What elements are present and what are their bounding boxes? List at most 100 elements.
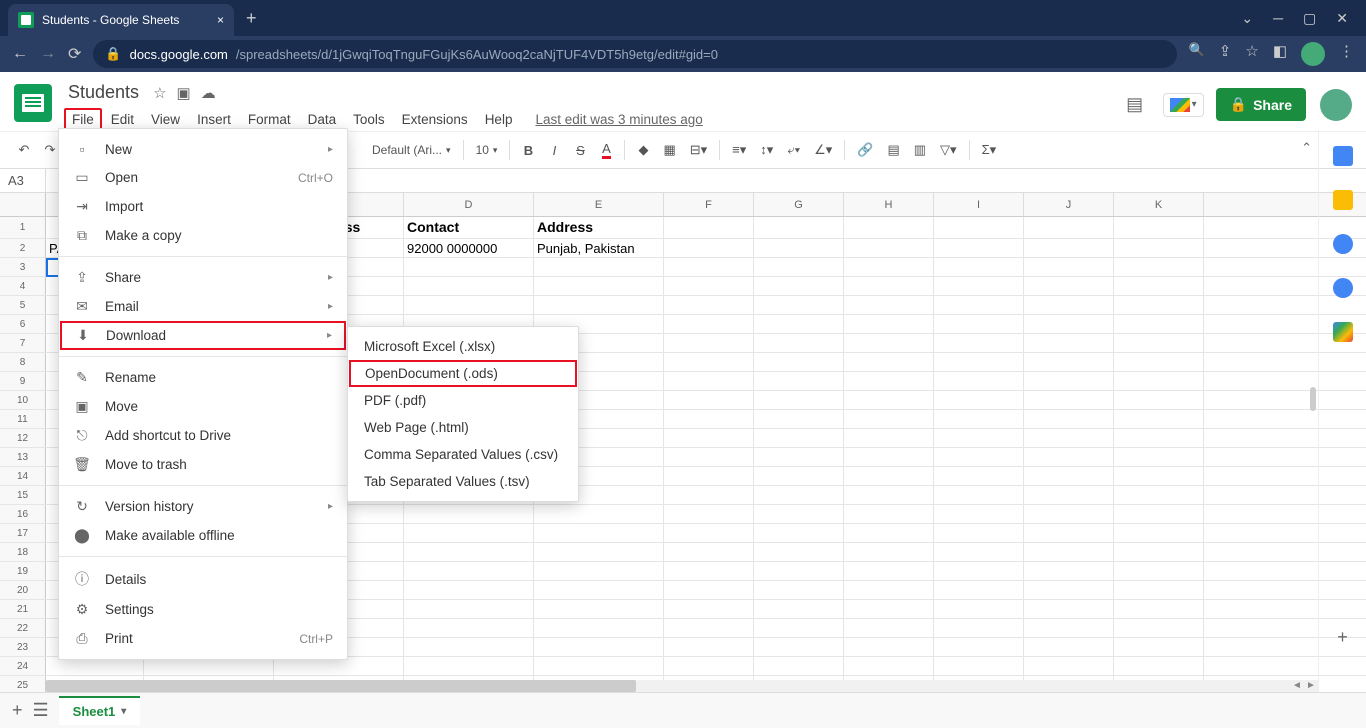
file-trash[interactable]: 🗑Move to trash	[59, 450, 347, 479]
functions-button[interactable]: Σ▾	[976, 138, 1003, 162]
cell[interactable]	[664, 638, 754, 656]
cell[interactable]	[934, 410, 1024, 428]
cell[interactable]	[664, 429, 754, 447]
cell[interactable]	[664, 448, 754, 466]
cell[interactable]	[754, 258, 844, 276]
row-header[interactable]: 1	[0, 217, 46, 238]
cell[interactable]	[754, 638, 844, 656]
meet-button[interactable]: ▾	[1163, 93, 1204, 117]
horizontal-scrollbar[interactable]: ◄ ►	[46, 680, 1318, 692]
column-header[interactable]: F	[664, 193, 754, 216]
cell[interactable]	[1024, 334, 1114, 352]
italic-button[interactable]: I	[542, 139, 566, 162]
cell[interactable]	[404, 657, 534, 675]
all-sheets-button[interactable]: ☰	[33, 700, 49, 721]
cell[interactable]	[534, 619, 664, 637]
cell[interactable]	[754, 410, 844, 428]
strikethrough-button[interactable]: S	[568, 139, 592, 162]
star-icon[interactable]: ☆	[153, 84, 166, 102]
cloud-status-icon[interactable]: ☁	[201, 84, 216, 102]
file-rename[interactable]: ✎Rename	[59, 363, 347, 392]
file-new[interactable]: ▫New▸	[59, 135, 347, 163]
text-rotation-button[interactable]: ∠▾	[808, 138, 838, 162]
cell[interactable]	[754, 296, 844, 314]
file-email[interactable]: ✉Email▸	[59, 292, 347, 321]
cell[interactable]	[934, 524, 1024, 542]
cell[interactable]	[534, 296, 664, 314]
keep-icon[interactable]	[1333, 190, 1353, 210]
cell[interactable]	[1114, 353, 1204, 371]
row-header[interactable]: 13	[0, 448, 46, 466]
download-tsv[interactable]: Tab Separated Values (.tsv)	[348, 468, 578, 495]
font-size-select[interactable]: 10 ▾	[470, 139, 504, 161]
cell[interactable]	[1024, 600, 1114, 618]
cell[interactable]	[934, 296, 1024, 314]
cell[interactable]	[404, 600, 534, 618]
user-avatar[interactable]	[1320, 89, 1352, 121]
file-details[interactable]: ⓘDetails	[59, 563, 347, 595]
cell[interactable]	[664, 315, 754, 333]
row-header[interactable]: 19	[0, 562, 46, 580]
cell[interactable]	[1114, 619, 1204, 637]
cell[interactable]	[844, 315, 934, 333]
cell[interactable]: Punjab, Pakistan	[534, 239, 664, 257]
cell[interactable]	[664, 505, 754, 523]
cell[interactable]	[934, 391, 1024, 409]
bold-button[interactable]: B	[516, 139, 540, 162]
row-header[interactable]: 25	[0, 676, 46, 693]
row-header[interactable]: 18	[0, 543, 46, 561]
cell[interactable]	[404, 562, 534, 580]
cell[interactable]	[1024, 353, 1114, 371]
browser-menu-icon[interactable]: ⋮	[1339, 42, 1354, 66]
cell[interactable]	[664, 619, 754, 637]
cell[interactable]: Address	[534, 217, 664, 238]
menu-help[interactable]: Help	[477, 108, 521, 131]
cell[interactable]	[754, 239, 844, 257]
cell[interactable]	[404, 296, 534, 314]
cell[interactable]	[534, 277, 664, 295]
browser-tab[interactable]: Students - Google Sheets ×	[8, 4, 234, 36]
row-header[interactable]: 23	[0, 638, 46, 656]
cell[interactable]	[534, 524, 664, 542]
row-header[interactable]: 21	[0, 600, 46, 618]
row-header[interactable]: 5	[0, 296, 46, 314]
sheets-logo-icon[interactable]	[14, 84, 52, 122]
cell[interactable]	[534, 638, 664, 656]
column-header[interactable]: E	[534, 193, 664, 216]
cell[interactable]	[754, 315, 844, 333]
cell[interactable]	[934, 600, 1024, 618]
cell[interactable]	[1114, 296, 1204, 314]
row-header[interactable]: 11	[0, 410, 46, 428]
cell[interactable]	[754, 657, 844, 675]
cell[interactable]	[754, 619, 844, 637]
file-make-copy[interactable]: ⧉Make a copy	[59, 221, 347, 250]
cell[interactable]: Contact	[404, 217, 534, 238]
text-color-button[interactable]: A	[594, 137, 618, 163]
cell[interactable]	[1024, 410, 1114, 428]
row-header[interactable]: 16	[0, 505, 46, 523]
download-html[interactable]: Web Page (.html)	[348, 414, 578, 441]
cell[interactable]	[754, 372, 844, 390]
name-box[interactable]: A3	[0, 169, 46, 192]
close-window-button[interactable]: ✕	[1336, 10, 1348, 27]
cell[interactable]	[844, 372, 934, 390]
cell[interactable]	[534, 543, 664, 561]
cell[interactable]	[1114, 486, 1204, 504]
cell[interactable]	[534, 562, 664, 580]
scroll-right-icon[interactable]: ►	[1304, 680, 1318, 692]
cell[interactable]	[754, 524, 844, 542]
insert-comment-button[interactable]: ▤	[881, 138, 905, 162]
cell[interactable]	[754, 486, 844, 504]
cell[interactable]	[1024, 619, 1114, 637]
row-header[interactable]: 7	[0, 334, 46, 352]
vertical-align-button[interactable]: ↕▾	[754, 138, 779, 162]
cell[interactable]	[844, 410, 934, 428]
cell[interactable]	[534, 505, 664, 523]
cell[interactable]	[404, 619, 534, 637]
cell[interactable]	[844, 277, 934, 295]
cell[interactable]	[934, 486, 1024, 504]
cell[interactable]	[1024, 239, 1114, 257]
cell[interactable]	[664, 524, 754, 542]
cell[interactable]	[934, 334, 1024, 352]
row-header[interactable]: 3	[0, 258, 46, 276]
